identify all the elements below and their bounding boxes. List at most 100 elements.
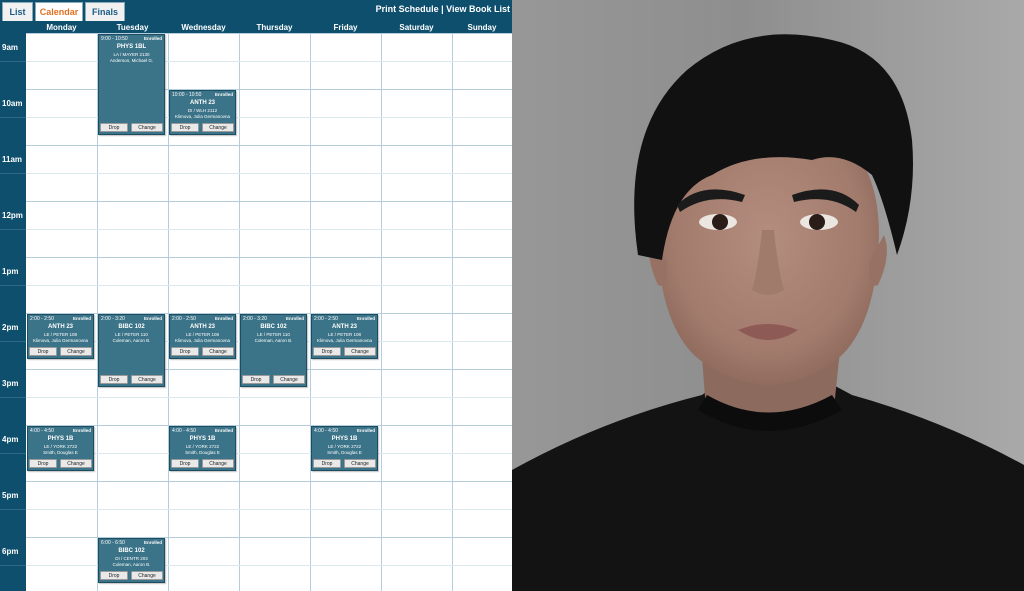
drop-button[interactable]: Drop xyxy=(100,123,128,133)
course-event[interactable]: 4:00 - 4:50 Enrolled PHYS 1B LE / YORK 2722… xyxy=(311,426,378,472)
drop-button[interactable]: Drop xyxy=(100,571,128,581)
change-button[interactable]: Change xyxy=(131,571,163,581)
event-course-code: ANTH 23 xyxy=(189,100,215,106)
event-location: LE / PETER 108 xyxy=(327,332,362,337)
course-event[interactable]: 10:00 - 10:50 Enrolled ANTH 23 DI / WLH 211… xyxy=(169,90,236,136)
event-time: 2:00 - 2:50 xyxy=(314,316,338,322)
event-actions: Drop Change xyxy=(99,123,164,133)
event-location: LE / YORK 2722 xyxy=(185,444,220,449)
grid-row-divider xyxy=(26,201,512,202)
grid-row-divider xyxy=(26,257,512,258)
event-time: 4:00 - 4:50 xyxy=(172,428,196,434)
drop-button[interactable]: Drop xyxy=(313,347,341,357)
event-time: 4:00 - 4:50 xyxy=(30,428,54,434)
drop-button[interactable]: Drop xyxy=(100,375,128,385)
event-location: LE / YORK 2722 xyxy=(43,444,78,449)
hour-label: 2pm xyxy=(2,323,19,332)
grid-row-divider xyxy=(26,425,512,426)
half-hour-divider xyxy=(0,173,26,174)
event-time: 9:00 - 10:50 xyxy=(101,36,128,42)
course-event[interactable]: 2:00 - 3:20 Enrolled BIBC 102 LE / PETER 11… xyxy=(240,314,307,388)
event-location: LE / PETER 110 xyxy=(115,332,148,337)
event-actions: Drop Change xyxy=(170,123,235,133)
day-header-sunday: Sunday xyxy=(467,22,497,32)
event-location: LA / MAYER 2130 xyxy=(113,52,150,57)
drop-button[interactable]: Drop xyxy=(29,459,57,469)
event-course-code: BIBC 102 xyxy=(118,548,145,554)
event-course-code: BIBC 102 xyxy=(118,324,145,330)
print-schedule-link[interactable]: Print Schedule xyxy=(376,4,439,14)
hour-label: 1pm xyxy=(2,267,19,276)
event-actions: Drop Change xyxy=(241,375,306,385)
event-course-code: ANTH 23 xyxy=(47,324,73,330)
half-hour-divider xyxy=(0,509,26,510)
hour-label: 9am xyxy=(2,43,19,52)
drop-button[interactable]: Drop xyxy=(313,459,341,469)
event-status: Enrolled xyxy=(214,428,233,433)
event-time: 10:00 - 10:50 xyxy=(172,92,202,98)
grid-row-divider xyxy=(26,285,512,286)
header-links: Print Schedule | View Book List xyxy=(376,4,510,14)
change-button[interactable]: Change xyxy=(344,347,376,357)
view-book-list-link[interactable]: View Book List xyxy=(446,4,510,14)
change-button[interactable]: Change xyxy=(273,375,305,385)
drop-button[interactable]: Drop xyxy=(171,123,199,133)
course-event[interactable]: 4:00 - 4:50 Enrolled PHYS 1B LE / YORK 2722… xyxy=(169,426,236,472)
course-event[interactable]: 2:00 - 2:50 Enrolled ANTH 23 LE / PETER 108… xyxy=(169,314,236,360)
event-location: LE / PETER 108 xyxy=(43,332,78,337)
change-button[interactable]: Change xyxy=(202,123,234,133)
event-status: Enrolled xyxy=(72,316,91,321)
event-actions: Drop Change xyxy=(170,459,235,469)
course-event[interactable]: 2:00 - 3:20 Enrolled BIBC 102 LE / PETER 11… xyxy=(98,314,165,388)
tab-finals[interactable]: Finals xyxy=(85,2,125,21)
change-button[interactable]: Change xyxy=(344,459,376,469)
tab-calendar[interactable]: Calendar xyxy=(35,2,83,21)
change-button[interactable]: Change xyxy=(202,347,234,357)
half-hour-divider xyxy=(0,229,26,230)
link-separator: | xyxy=(438,4,447,14)
event-location: DI / CENTR 203 xyxy=(115,556,148,561)
event-instructor: Anderson, Michael G. xyxy=(109,58,154,63)
event-status: Enrolled xyxy=(285,316,304,321)
change-button[interactable]: Change xyxy=(60,459,92,469)
change-button[interactable]: Change xyxy=(131,375,163,385)
screen: List Calendar Finals Print Schedule | Vi… xyxy=(0,0,1024,591)
event-instructor: Smith, Douglas E xyxy=(43,450,78,455)
drop-button[interactable]: Drop xyxy=(29,347,57,357)
course-event[interactable]: 9:00 - 10:50 Enrolled PHYS 1BL LA / MAYER 2… xyxy=(98,34,165,136)
grid-row-divider xyxy=(26,145,512,146)
event-instructor: Smith, Douglas E xyxy=(185,450,220,455)
day-header-thursday: Thursday xyxy=(256,22,293,32)
drop-button[interactable]: Drop xyxy=(171,347,199,357)
day-header-wednesday: Wednesday xyxy=(181,22,226,32)
event-course-code: PHYS 1B xyxy=(189,436,216,442)
course-event[interactable]: 2:00 - 2:50 Enrolled ANTH 23 LE / PETER 108… xyxy=(311,314,378,360)
change-button[interactable]: Change xyxy=(131,123,163,133)
event-status: Enrolled xyxy=(214,316,233,321)
hour-label: 12pm xyxy=(2,211,23,220)
half-hour-divider xyxy=(0,117,26,118)
hour-label: 5pm xyxy=(2,491,19,500)
course-event[interactable]: 4:00 - 4:50 Enrolled PHYS 1B LE / YORK 2722… xyxy=(27,426,94,472)
event-course-code: ANTH 23 xyxy=(331,324,357,330)
drop-button[interactable]: Drop xyxy=(242,375,270,385)
change-button[interactable]: Change xyxy=(60,347,92,357)
event-time: 2:00 - 3:20 xyxy=(243,316,267,322)
grid-row-divider xyxy=(26,397,512,398)
drop-button[interactable]: Drop xyxy=(171,459,199,469)
event-instructor: Klimova, Julia Germanovna xyxy=(316,338,373,343)
event-status: Enrolled xyxy=(356,428,375,433)
event-course-code: PHYS 1BL xyxy=(116,44,147,50)
event-status: Enrolled xyxy=(143,316,162,321)
event-status: Enrolled xyxy=(143,36,162,41)
course-event[interactable]: 6:00 - 6:50 Enrolled BIBC 102 DI / CENTR 20… xyxy=(98,538,165,584)
day-header-tuesday: Tuesday xyxy=(116,22,149,32)
grid-row-divider xyxy=(26,453,512,454)
event-course-code: ANTH 23 xyxy=(189,324,215,330)
event-actions: Drop Change xyxy=(28,347,93,357)
change-button[interactable]: Change xyxy=(202,459,234,469)
course-event[interactable]: 2:00 - 2:50 Enrolled ANTH 23 LE / PETER 108… xyxy=(27,314,94,360)
day-header-friday: Friday xyxy=(333,22,358,32)
event-instructor: Klimova, Julia Germanovna xyxy=(32,338,89,343)
tab-list[interactable]: List xyxy=(2,2,33,21)
